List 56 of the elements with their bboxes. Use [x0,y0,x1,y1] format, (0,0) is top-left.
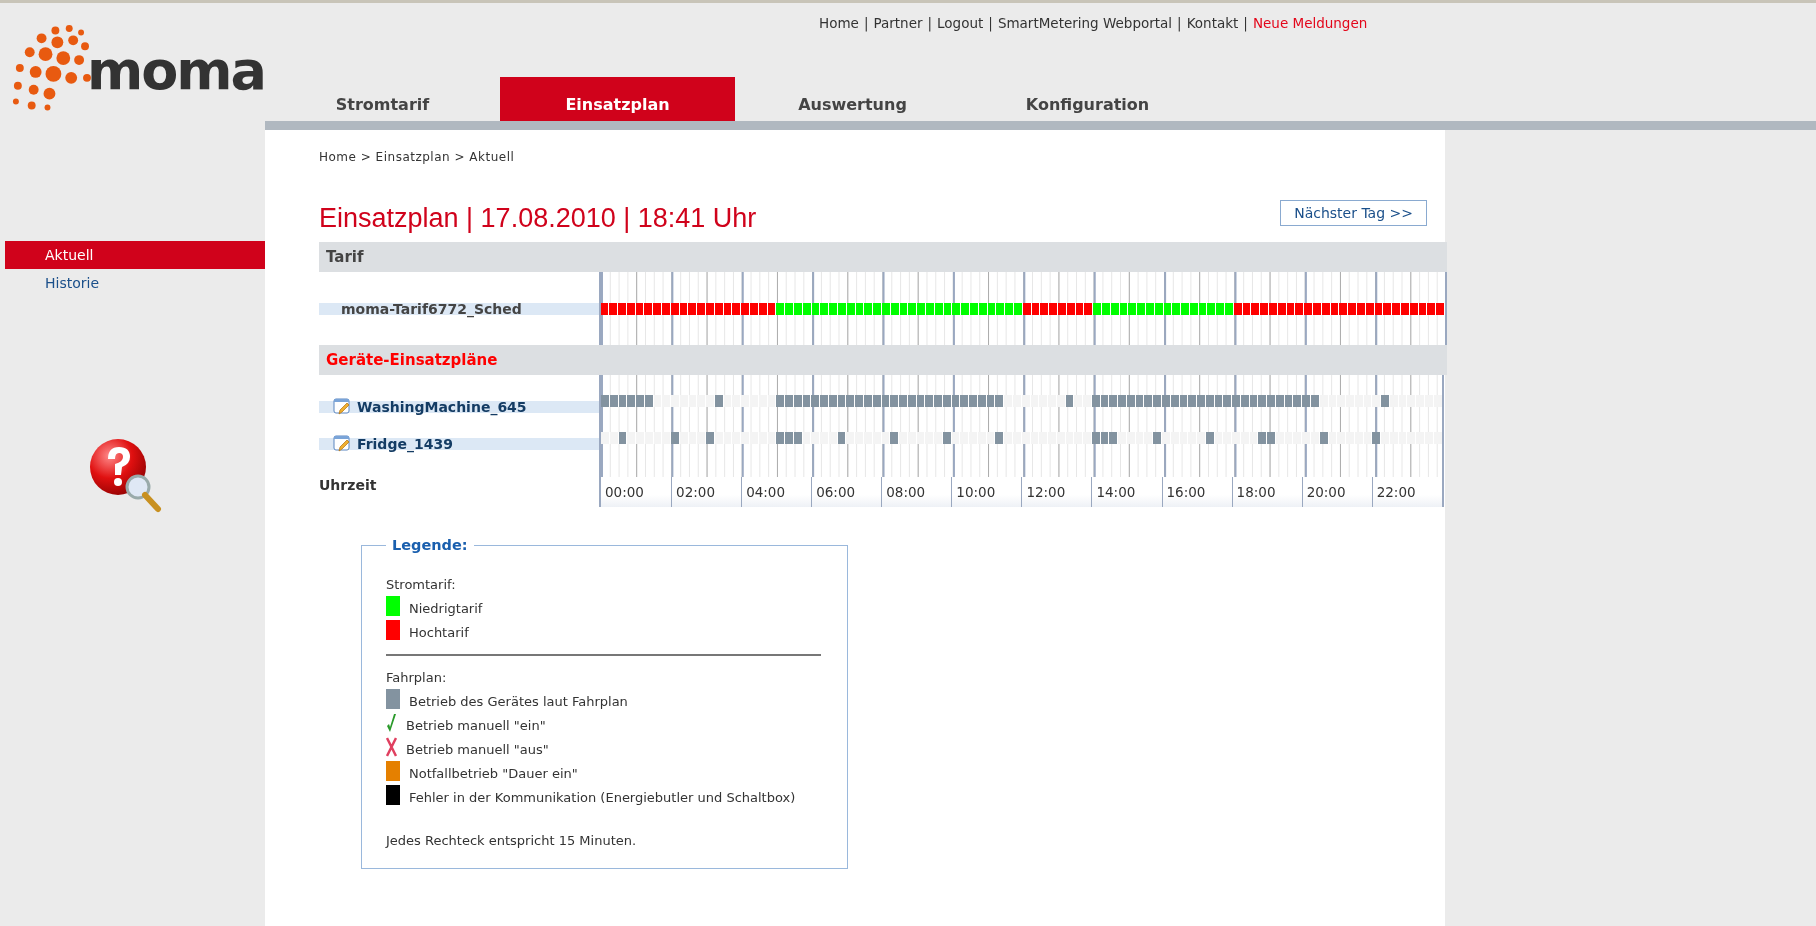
sidebar-item[interactable]: Historie [5,269,265,297]
section-header: Tarif [319,242,1447,272]
legend-label: Hochtarif [409,625,469,640]
top-nav-link[interactable]: Partner [873,15,923,31]
time-tick-label: 10:00 [951,477,1022,507]
legend-heading: Fahrplan: [386,670,448,685]
next-day-button[interactable]: Nächster Tag >> [1280,200,1427,226]
legend-note: Jedes Rechteck entspricht 15 Minuten. [386,833,638,848]
time-tick-label: 08:00 [881,477,952,507]
time-tick-label: 22:00 [1371,477,1442,507]
nav-tab[interactable]: Konfiguration [970,77,1205,121]
link-separator: | [988,15,993,31]
legend-swatch [386,620,400,640]
legend-title: Legende: [391,537,469,553]
legend-label: Betrieb des Gerätes laut Fahrplan [409,694,628,709]
legend-label: Fehler in der Kommunikation (Energiebutler und Schaltbox) [409,790,796,805]
time-tick-label: 20:00 [1301,477,1372,507]
cross-icon [386,737,397,757]
top-nav-link[interactable]: Kontakt [1186,15,1239,31]
legend-swatch [386,689,400,709]
breadcrumb: Home > Einsatzplan > Aktuell [319,150,516,164]
legend-swatch [386,761,400,781]
nav-tab[interactable]: Einsatzplan [500,77,735,121]
logo-text: moma [86,39,265,102]
sidebar-item[interactable]: Aktuell [5,241,265,269]
link-separator: | [927,15,933,31]
link-separator: | [863,15,869,31]
legend-label: Betrieb manuell "ein" [406,718,546,733]
legend-label: Notfallbetrieb "Dauer ein" [409,766,578,781]
edit-icon[interactable] [333,435,351,453]
section-header: Geräte-Einsatzpläne [319,345,1447,375]
time-tick-label: 04:00 [741,477,812,507]
time-tick-label: 16:00 [1161,477,1232,507]
time-tick-label: 02:00 [671,477,742,507]
top-nav-link[interactable]: SmartMetering Webportal [997,15,1173,31]
time-tick-label: 14:00 [1091,477,1162,507]
nav-tab[interactable]: Auswertung [735,77,970,121]
time-axis-label: Uhrzeit [319,477,378,493]
edit-icon[interactable] [333,398,351,416]
legend-swatch [386,785,400,805]
top-nav-link[interactable]: Neue Meldungen [1252,15,1368,31]
top-nav-link[interactable]: Home [819,15,859,31]
legend-label: Niedrigtarif [409,601,483,616]
link-separator: | [1177,15,1182,31]
checkmark-icon [386,713,397,733]
legend-heading: Stromtarif: [386,577,457,592]
help-search-icon[interactable] [88,437,164,513]
time-tick-label: 12:00 [1021,477,1092,507]
page-title: Einsatzplan | 17.08.2010 | 18:41 Uhr [319,203,757,234]
legend-swatch [386,596,400,616]
time-tick-label: 06:00 [811,477,882,507]
top-nav-link[interactable]: Logout [937,15,984,31]
time-tick-label: 18:00 [1231,477,1302,507]
legend-label: Betrieb manuell "aus" [406,742,549,757]
link-separator: | [1243,15,1248,31]
nav-tab[interactable]: Stromtarif [265,77,500,121]
